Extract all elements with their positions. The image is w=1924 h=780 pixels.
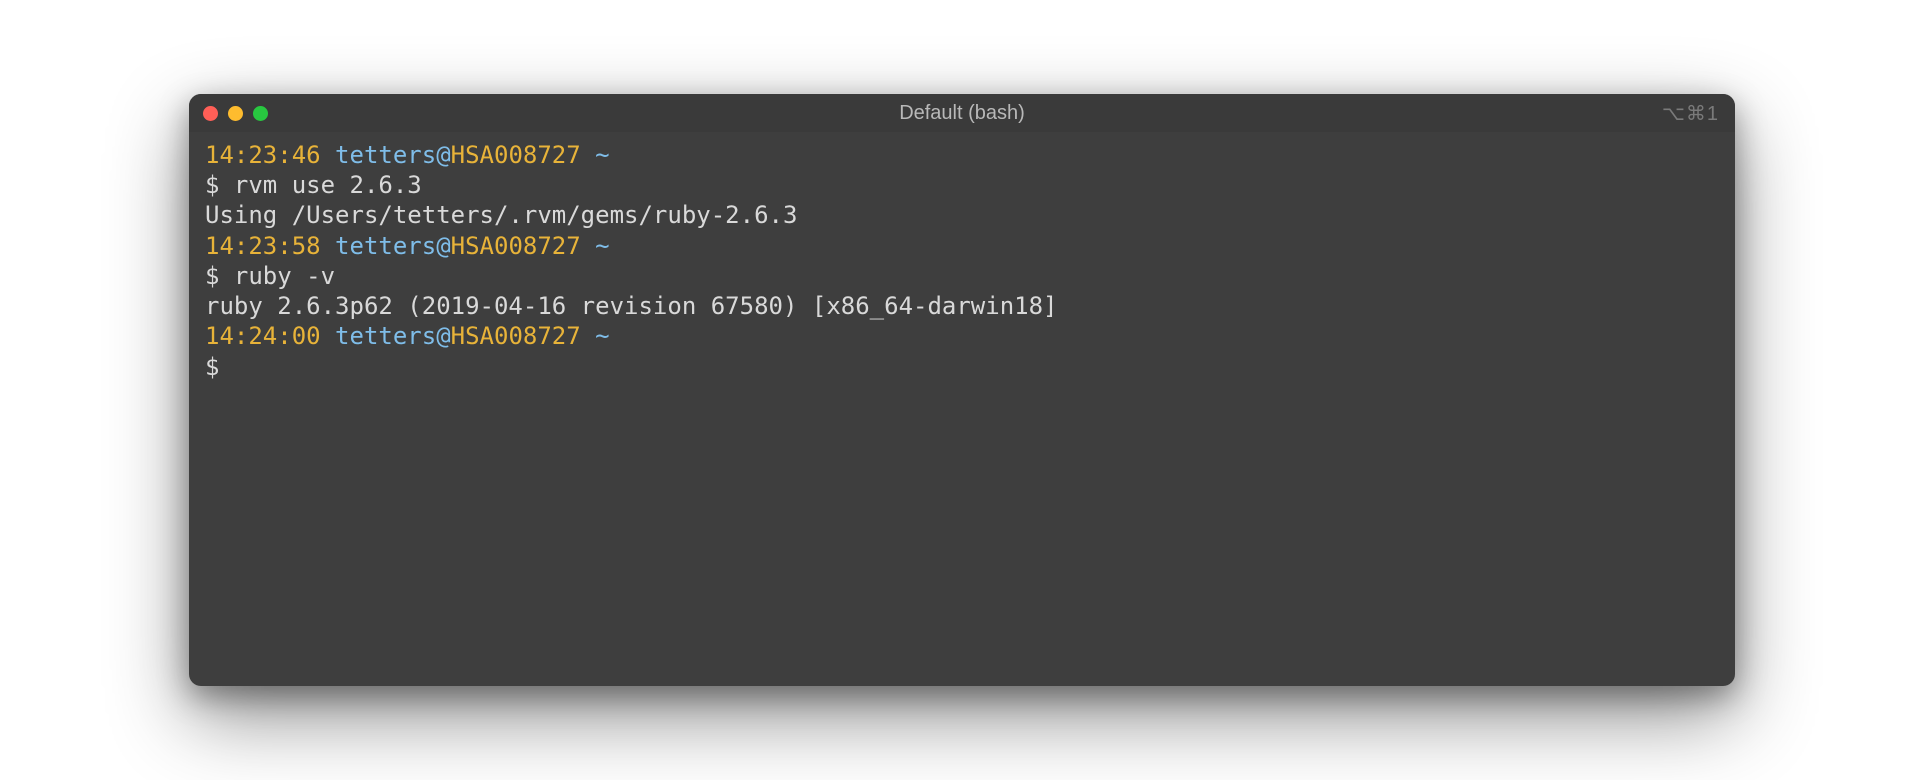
terminal-window: Default (bash) ⌥⌘1 14:23:46 tetters@HSA0… [189,94,1735,686]
prompt-path: ~ [581,322,610,350]
prompt-symbol: $ [205,262,234,290]
prompt-symbol: $ [205,171,234,199]
prompt-host: HSA008727 [451,232,581,260]
prompt-time: 14:24:00 [205,322,321,350]
zoom-icon[interactable] [253,106,268,121]
minimize-icon[interactable] [228,106,243,121]
prompt-at: @ [436,232,450,260]
prompt-line: 14:23:58 tetters@HSA008727 ~ [205,231,1719,261]
prompt-time: 14:23:46 [205,141,321,169]
prompt-host: HSA008727 [451,141,581,169]
prompt-user: tetters [335,322,436,350]
output-line: Using /Users/tetters/.rvm/gems/ruby-2.6.… [205,200,1719,230]
pane-shortcut-label: ⌥⌘1 [1662,101,1719,126]
prompt-user: tetters [335,141,436,169]
prompt-path: ~ [581,141,610,169]
prompt-line: 14:23:46 tetters@HSA008727 ~ [205,140,1719,170]
prompt-symbol: $ [205,353,234,381]
close-icon[interactable] [203,106,218,121]
terminal-content[interactable]: 14:23:46 tetters@HSA008727 ~ $ rvm use 2… [189,132,1735,686]
command-line: $ rvm use 2.6.3 [205,170,1719,200]
prompt-line: 14:24:00 tetters@HSA008727 ~ [205,321,1719,351]
command-text: rvm use 2.6.3 [234,171,422,199]
window-title: Default (bash) [189,102,1735,125]
command-line[interactable]: $ [205,352,1719,382]
prompt-path: ~ [581,232,610,260]
prompt-at: @ [436,322,450,350]
output-line: ruby 2.6.3p62 (2019-04-16 revision 67580… [205,291,1719,321]
titlebar: Default (bash) ⌥⌘1 [189,94,1735,132]
prompt-time: 14:23:58 [205,232,321,260]
prompt-user: tetters [335,232,436,260]
command-text: ruby -v [234,262,335,290]
traffic-lights [203,106,268,121]
prompt-at: @ [436,141,450,169]
command-line: $ ruby -v [205,261,1719,291]
prompt-host: HSA008727 [451,322,581,350]
